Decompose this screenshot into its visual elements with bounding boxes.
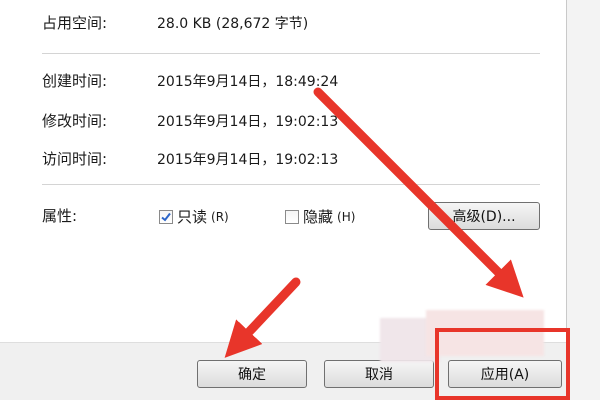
created-label: 创建时间: — [42, 72, 108, 90]
size-on-disk-label: 占用空间: — [42, 14, 108, 32]
accessed-label: 访问时间: — [42, 150, 108, 168]
hidden-checkbox[interactable]: 隐藏 (H) — [285, 206, 355, 227]
cancel-button[interactable]: 取消 — [324, 360, 434, 388]
attributes-label: 属性: — [42, 207, 78, 225]
size-on-disk-value: 28.0 KB (28,672 字节) — [157, 16, 309, 32]
hidden-label: 隐藏 — [303, 208, 334, 226]
ok-button[interactable]: 确定 — [197, 360, 307, 388]
modified-value: 2015年9月14日，19:02:13 — [157, 114, 339, 130]
accessed-value: 2015年9月14日，19:02:13 — [157, 152, 339, 168]
separator — [42, 53, 540, 54]
hidden-shortcut: (H) — [337, 209, 356, 224]
created-value: 2015年9月14日，18:49:24 — [157, 74, 339, 90]
separator — [42, 184, 540, 185]
readonly-shortcut: (R) — [211, 209, 229, 224]
window-border — [566, 0, 600, 400]
blur-patch — [426, 310, 544, 356]
properties-panel: 占用空间: 28.0 KB (28,672 字节) 创建时间: 2015年9月1… — [0, 0, 566, 342]
readonly-checkbox[interactable]: 只读 (R) — [159, 206, 229, 227]
modified-label: 修改时间: — [42, 112, 108, 130]
apply-button[interactable]: 应用(A) — [448, 360, 562, 388]
advanced-button[interactable]: 高级(D)... — [428, 202, 540, 230]
checkbox-box[interactable] — [285, 209, 299, 224]
checkbox-box[interactable] — [159, 209, 173, 224]
checkmark-icon — [161, 212, 171, 221]
readonly-label: 只读 — [177, 208, 208, 226]
